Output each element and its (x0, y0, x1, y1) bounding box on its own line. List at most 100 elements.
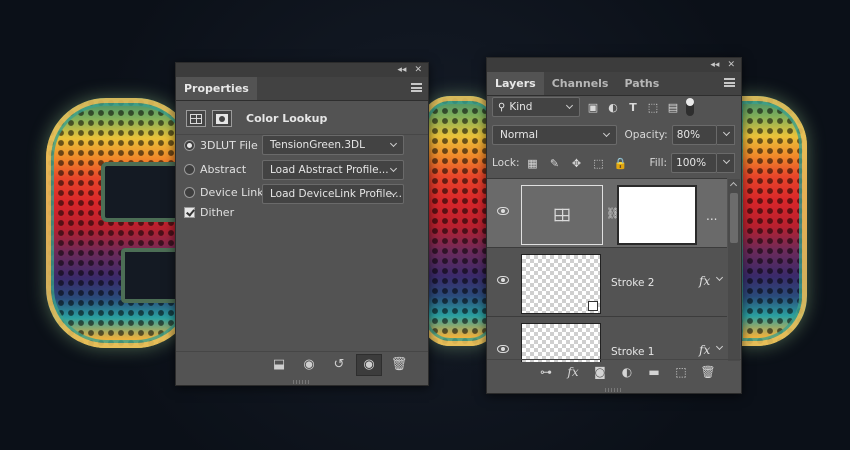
layer-filter-row: ⚲ Kind ▣ ◐ T ⬚ ▤ (492, 96, 735, 118)
radio-3dlut-file[interactable]: 3DLUT File (184, 139, 258, 152)
add-mask-icon[interactable]: ◙ (590, 362, 610, 382)
layer-name[interactable]: Stroke 2 (611, 277, 654, 289)
panel-menu-icon[interactable] (724, 78, 735, 87)
filter-pixel-icon[interactable]: ▣ (586, 100, 600, 114)
resize-grip[interactable] (605, 388, 623, 392)
adjustment-layer-thumbnail[interactable] (521, 185, 603, 245)
visibility-eye-icon[interactable]: ◉ (356, 353, 382, 376)
trash-icon[interactable]: 🗑 (698, 362, 718, 382)
chevron-down-icon[interactable] (715, 342, 724, 351)
properties-panel: ◂◂ ✕ Properties Color Lookup 3DLUT File … (175, 62, 429, 386)
close-icon[interactable]: ✕ (727, 60, 735, 70)
layer-thumbnail[interactable] (521, 323, 601, 362)
artwork-letter-right (735, 96, 807, 346)
filter-shape-icon[interactable]: ⬚ (646, 100, 660, 114)
scrollbar-thumb[interactable] (730, 193, 738, 243)
chevron-down-icon[interactable] (715, 273, 724, 282)
kind-label: Kind (509, 101, 533, 113)
layers-tab-bar: Layers Channels Paths (487, 72, 741, 96)
lock-transparent-pixels-icon[interactable]: ▦ (523, 155, 541, 171)
radio-label: 3DLUT File (200, 139, 258, 152)
fx-icon[interactable]: fx (563, 362, 583, 382)
filter-adjustment-icon[interactable]: ◐ (606, 100, 620, 114)
adjustment-layer-icon[interactable]: ◐ (617, 362, 637, 382)
filter-toggle[interactable] (686, 98, 694, 116)
radio-abstract[interactable]: Abstract (184, 163, 246, 176)
chevron-down-icon (723, 156, 731, 165)
resize-grip[interactable] (293, 380, 311, 384)
reset-icon[interactable]: ↺ (326, 354, 352, 376)
devicelink-profile-select[interactable]: Load DeviceLink Profile... (262, 184, 404, 204)
radio-button[interactable] (184, 164, 195, 175)
dither-checkbox[interactable] (184, 207, 195, 218)
collapse-icon[interactable]: ◂◂ (397, 65, 406, 75)
lock-all-icon[interactable]: 🔒 (611, 155, 629, 171)
layer-mask-icon[interactable] (212, 110, 232, 127)
tab-properties[interactable]: Properties (176, 77, 257, 100)
blend-opacity-row: Normal Opacity: 80% (492, 124, 735, 146)
collapse-icon[interactable]: ◂◂ (710, 60, 719, 70)
search-icon: ⚲ (498, 101, 506, 113)
new-layer-icon[interactable]: ⬚ (671, 362, 691, 382)
chevron-down-icon (389, 139, 398, 148)
link-layers-icon[interactable]: ⊶ (536, 362, 556, 382)
clip-to-layer-icon[interactable]: ⬓ (266, 354, 292, 376)
abstract-profile-select[interactable]: Load Abstract Profile... (262, 160, 404, 180)
lock-artboard-icon[interactable]: ⬚ (589, 155, 607, 171)
fx-icon[interactable]: fx (699, 274, 710, 288)
trash-icon[interactable]: 🗑 (386, 354, 412, 376)
tab-layers[interactable]: Layers (487, 72, 544, 95)
radio-device-link[interactable]: Device Link (184, 186, 264, 199)
color-lookup-icon (554, 208, 570, 222)
layer-row-stroke-1[interactable]: Stroke 1 fx (487, 317, 727, 362)
folder-icon[interactable]: ▬ (644, 362, 664, 382)
filter-smart-object-icon[interactable]: ▤ (666, 100, 680, 114)
eye-icon[interactable] (497, 345, 509, 353)
layer-thumbnail[interactable] (521, 254, 601, 314)
panel-topbar: ◂◂ ✕ (487, 58, 741, 72)
blend-mode-select[interactable]: Normal (492, 125, 617, 145)
radio-button[interactable] (184, 187, 195, 198)
layer-row-color-lookup[interactable]: ⛓ ... (487, 179, 727, 248)
properties-header: Color Lookup (176, 103, 428, 135)
view-previous-state-icon[interactable]: ◉ (296, 354, 322, 376)
tab-paths[interactable]: Paths (616, 72, 667, 95)
radio-label: Abstract (200, 163, 247, 176)
eye-icon[interactable] (497, 276, 509, 284)
fill-input[interactable]: 100% (671, 153, 718, 173)
radio-label: Device Link (200, 186, 264, 199)
tab-channels[interactable]: Channels (544, 72, 617, 95)
opacity-label: Opacity: (624, 129, 668, 141)
chevron-up-icon[interactable] (729, 181, 738, 190)
eye-icon[interactable] (497, 207, 509, 215)
layer-row-stroke-2[interactable]: Stroke 2 fx (487, 248, 727, 317)
chevron-down-icon (389, 164, 398, 173)
opacity-slider-button[interactable] (717, 125, 735, 145)
filter-type-icon[interactable]: T (626, 100, 640, 114)
checkbox-label: Dither (200, 206, 235, 219)
close-icon[interactable]: ✕ (414, 65, 422, 75)
lock-position-icon[interactable]: ✥ (567, 155, 585, 171)
panel-menu-icon[interactable] (411, 83, 422, 92)
dither-checkbox-row[interactable]: Dither (184, 206, 234, 219)
filter-kind-select[interactable]: ⚲ Kind (492, 97, 580, 117)
more-icon[interactable]: ... (706, 209, 717, 223)
fill-slider-button[interactable] (717, 153, 736, 173)
blend-mode-value: Normal (500, 129, 538, 141)
adjustment-grid-icon[interactable] (186, 110, 206, 127)
radio-button[interactable] (184, 140, 195, 151)
properties-footer: ⬓ ◉ ↺ ◉ 🗑 (176, 351, 428, 377)
chevron-down-icon (565, 101, 574, 110)
layer-mask-thumbnail[interactable] (617, 185, 697, 245)
lock-image-pixels-icon[interactable]: ✎ (545, 155, 563, 171)
fill-label: Fill: (649, 157, 668, 169)
fx-icon[interactable]: fx (699, 343, 710, 357)
opacity-input[interactable]: 80% (671, 125, 718, 145)
layer-name[interactable]: Stroke 1 (611, 346, 654, 358)
select-value: Load DeviceLink Profile... (270, 188, 402, 200)
smart-object-icon (588, 301, 598, 311)
select-value: Load Abstract Profile... (270, 164, 389, 176)
layers-scrollbar[interactable] (728, 179, 740, 361)
lock-label: Lock: (492, 157, 520, 169)
3dlut-file-select[interactable]: TensionGreen.3DL (262, 135, 404, 155)
